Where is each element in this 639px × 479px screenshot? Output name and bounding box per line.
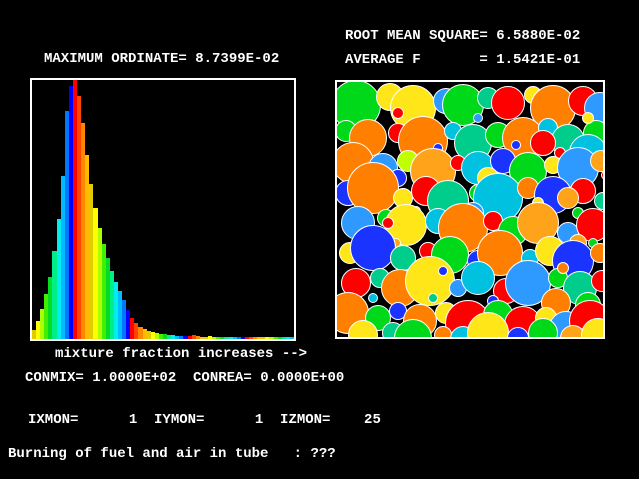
histogram-panel: [30, 78, 296, 341]
max-ordinate-readout: MAXIMUM ORDINATE= 8.7399E-02: [44, 52, 279, 67]
bubble: [590, 150, 605, 172]
application-screen: MAXIMUM ORDINATE= 8.7399E-02 ROOT MEAN S…: [0, 0, 639, 479]
bubble: [491, 86, 525, 120]
bubble: [438, 266, 448, 276]
rms-readout: ROOT MEAN SQUARE= 6.5880E-02: [345, 29, 580, 44]
bubble: [557, 262, 569, 274]
bubble: [582, 112, 594, 124]
bubble: [428, 293, 438, 303]
histogram-caption: mixture fraction increases -->: [55, 347, 307, 362]
monitor-location-readout: IXMON= 1 IYMON= 1 IZMON= 25: [28, 413, 381, 428]
bubble: [473, 113, 483, 123]
bubble-field: [337, 82, 603, 337]
bubble: [434, 326, 452, 339]
bubble-panel: [335, 80, 605, 339]
bubble: [392, 107, 404, 119]
bubble: [368, 293, 378, 303]
bubble: [511, 140, 521, 150]
bubble: [557, 187, 579, 209]
average-f-readout: AVERAGE F = 1.5421E-01: [345, 53, 580, 68]
histogram-bar: [290, 337, 294, 339]
conmix-conrea-readout: CONMIX= 1.0000E+02 CONREA= 0.0000E+00: [25, 371, 344, 386]
bubble: [590, 243, 605, 263]
histogram-bars: [32, 80, 294, 339]
bubble: [601, 170, 605, 180]
bubble: [461, 261, 495, 295]
case-title: Burning of fuel and air in tube : ???: [8, 447, 336, 462]
bubble: [350, 225, 396, 271]
